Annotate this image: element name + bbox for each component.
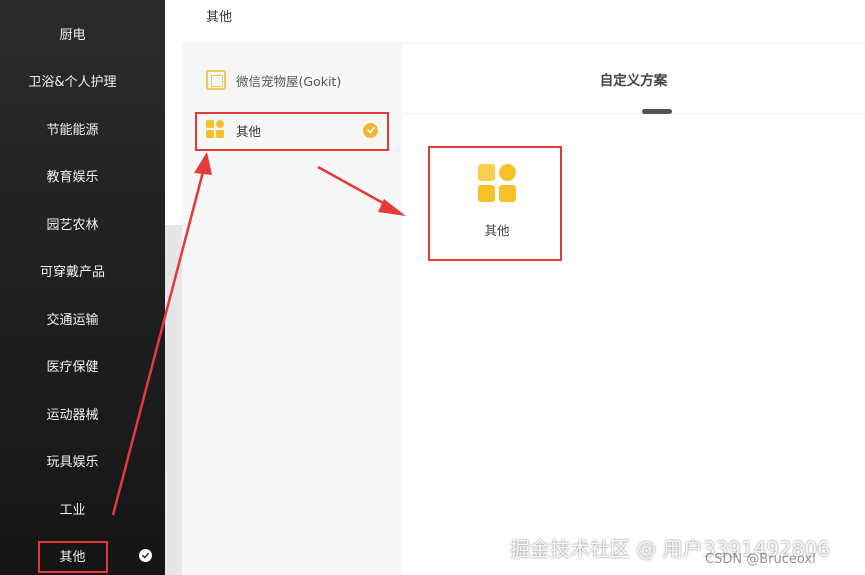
category-label: 其他 — [59, 549, 86, 565]
sidebar-scrollbar-thumb[interactable] — [165, 0, 182, 225]
product-list: 微信宠物屋(Gokit) 其他 — [182, 44, 402, 575]
category-label: 教育娱乐 — [46, 169, 99, 185]
tab-label: 自定义方案 — [599, 72, 668, 89]
category-label: 交通运输 — [46, 312, 99, 328]
category-label: 运动器械 — [46, 407, 99, 423]
category-item-industry[interactable]: 工业 — [0, 493, 145, 523]
category-label: 厨电 — [59, 27, 86, 43]
category-label: 医疗保健 — [46, 359, 99, 375]
page-title: 其他 — [206, 10, 233, 25]
category-item-toys[interactable]: 玩具娱乐 — [0, 445, 145, 475]
category-item-transport[interactable]: 交通运输 — [0, 303, 145, 333]
grid-apps-icon — [206, 120, 226, 140]
category-sidebar: 厨电 卫浴&个人护理 节能能源 教育娱乐 园艺农林 可穿戴产品 交通运输 医疗保… — [0, 0, 165, 575]
category-label: 园艺农林 — [46, 217, 99, 233]
category-item-kitchen[interactable]: 厨电 — [0, 18, 145, 48]
category-item-garden[interactable]: 园艺农林 — [0, 208, 145, 238]
category-item-other[interactable]: 其他 — [0, 540, 145, 570]
category-item-wearable[interactable]: 可穿戴产品 — [0, 255, 145, 285]
product-label: 其他 — [236, 123, 262, 139]
category-label: 可穿戴产品 — [39, 264, 105, 280]
tab-custom-solution[interactable]: 自定义方案 — [402, 44, 865, 114]
grid-apps-icon — [478, 164, 516, 202]
page-header: 其他 — [182, 0, 865, 44]
category-item-education[interactable]: 教育娱乐 — [0, 160, 145, 190]
category-label: 工业 — [59, 502, 86, 518]
solution-area: 自定义方案 其他 — [402, 44, 865, 575]
product-item-other[interactable]: 其他 — [196, 112, 392, 148]
device-frame-icon — [206, 70, 226, 90]
category-item-medical[interactable]: 医疗保健 — [0, 350, 145, 380]
category-label: 节能能源 — [46, 122, 99, 138]
category-label: 卫浴&个人护理 — [28, 74, 117, 90]
watermark-subtext: CSDN @Bruceoxl — [705, 552, 816, 567]
product-item-gokit[interactable]: 微信宠物屋(Gokit) — [196, 62, 392, 98]
product-label: 微信宠物屋(Gokit) — [236, 73, 342, 89]
category-item-energy[interactable]: 节能能源 — [0, 113, 145, 143]
solution-card-other[interactable]: 其他 — [432, 148, 562, 260]
category-label: 玩具娱乐 — [46, 454, 99, 470]
category-item-bath[interactable]: 卫浴&个人护理 — [0, 65, 145, 95]
category-item-sports[interactable]: 运动器械 — [0, 398, 145, 428]
category-selected-check-icon — [139, 549, 152, 562]
product-selected-check-icon — [363, 122, 378, 138]
solution-card-label: 其他 — [484, 223, 510, 238]
tab-active-indicator — [642, 109, 672, 114]
